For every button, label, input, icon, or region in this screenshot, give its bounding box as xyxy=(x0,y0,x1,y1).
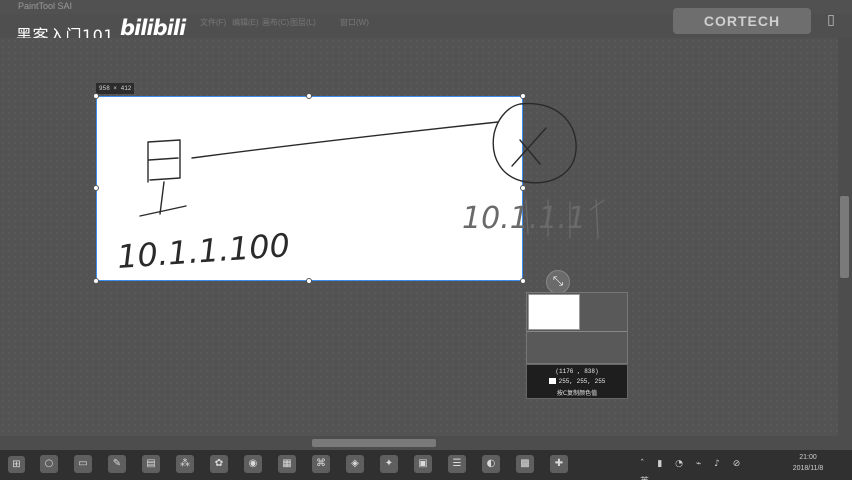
vertical-scroll-thumb[interactable] xyxy=(840,196,849,278)
resize-handle-bottom-left[interactable] xyxy=(93,278,99,284)
chrome-icon[interactable]: ◉ xyxy=(244,455,262,473)
bilibili-logo: bilibili xyxy=(120,16,186,40)
app7-icon[interactable]: ✚ xyxy=(550,455,568,473)
taskview-icon[interactable]: ▭ xyxy=(74,455,92,473)
network-icon[interactable]: ✿ xyxy=(210,455,228,473)
brand-logo: CORTECH xyxy=(673,8,811,34)
menu-item-file[interactable]: 文件(F) xyxy=(200,17,226,28)
cursor-coordinates: (1176 , 838) xyxy=(555,368,599,375)
clock-date: 2018/11/8 xyxy=(792,465,824,472)
folder-icon[interactable]: ▤ xyxy=(142,455,160,473)
color-swatch xyxy=(548,378,556,385)
app5-icon[interactable]: ◐ xyxy=(482,455,500,473)
color-picker-info: (1176 , 838) 255, 255, 255 按C复制颜色值 xyxy=(526,364,628,399)
copy-color-hint: 按C复制颜色值 xyxy=(556,390,598,397)
app3-icon[interactable]: ✦ xyxy=(380,455,398,473)
horizontal-scroll-thumb[interactable] xyxy=(312,439,436,447)
magnifier-sample-area xyxy=(528,294,580,330)
magnifier-crosshair xyxy=(527,331,627,332)
resize-handle-left[interactable] xyxy=(93,185,99,191)
resize-handle-right[interactable] xyxy=(520,185,526,191)
menu-item-layer[interactable]: 图层(L) xyxy=(290,17,316,28)
app-icon[interactable]: ▦ xyxy=(278,455,296,473)
paint-icon[interactable]: ✎ xyxy=(108,455,126,473)
zoom-cursor-icon: ⤡ xyxy=(546,270,570,294)
start-icon[interactable]: ⊞ xyxy=(8,456,25,473)
app4-icon[interactable]: ☰ xyxy=(448,455,466,473)
capture-selection[interactable] xyxy=(96,96,523,281)
rgb-value: 255, 255, 255 xyxy=(558,378,606,385)
app6-icon[interactable]: ▩ xyxy=(516,455,534,473)
clock-time: 21:00 xyxy=(799,454,817,461)
taskbar-clock[interactable]: 21:00 2018/11/8 xyxy=(764,452,852,474)
resize-handle-top-left[interactable] xyxy=(93,93,99,99)
menu-item-canvas[interactable]: 画布(C) xyxy=(262,17,289,28)
window-controls[interactable]: ▯ xyxy=(813,6,849,34)
app-title: PaintTool SAI xyxy=(18,1,73,11)
resize-handle-top[interactable] xyxy=(306,93,312,99)
selection-size-label: 958 × 412 xyxy=(96,83,135,94)
menu-item-window[interactable]: 窗口(W) xyxy=(340,17,369,28)
resize-handle-bottom-right[interactable] xyxy=(520,278,526,284)
settings-icon[interactable]: ⌘ xyxy=(312,455,330,473)
menu-item-edit[interactable]: 编辑(E) xyxy=(232,17,259,28)
terminal-icon[interactable]: ▣ xyxy=(414,455,432,473)
app2-icon[interactable]: ◈ xyxy=(346,455,364,473)
system-tray[interactable]: ˆ ▮ ◔ ⌁ ♪ ⊘ 英 xyxy=(640,455,764,480)
color-value-row: 255, 255, 255 xyxy=(527,378,627,385)
resize-handle-bottom[interactable] xyxy=(306,278,312,284)
resize-handle-top-right[interactable] xyxy=(520,93,526,99)
cortana-icon[interactable]: ○ xyxy=(40,455,58,473)
store-icon[interactable]: ⁂ xyxy=(176,455,194,473)
